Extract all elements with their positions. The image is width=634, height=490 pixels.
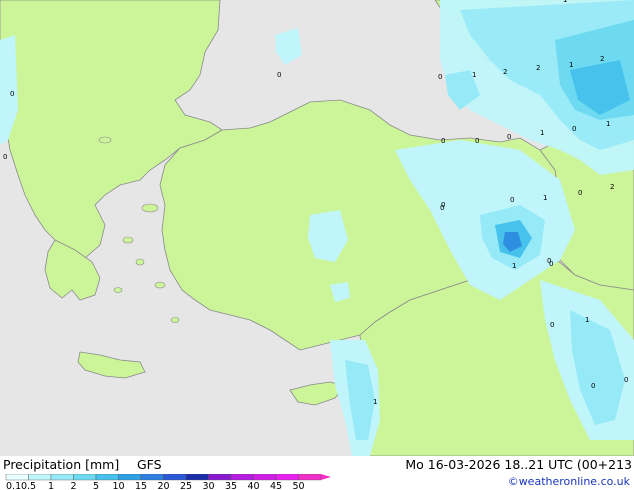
grid-value: 0 bbox=[572, 125, 576, 133]
grid-value: 0 bbox=[438, 73, 442, 81]
grid-value: 0 bbox=[10, 90, 14, 98]
scale-swatch bbox=[5, 474, 29, 481]
grid-value: 0 bbox=[440, 204, 444, 212]
scale-swatch bbox=[50, 474, 74, 481]
grid-value: 0 bbox=[277, 71, 281, 79]
scale-tick-label: 10 bbox=[112, 481, 124, 490]
legend-bar: Precipitation [mm] GFS Mo 16-03-2026 18.… bbox=[0, 456, 634, 490]
scale-tick-label: 0.1 bbox=[6, 481, 21, 490]
grid-value: 0 bbox=[475, 137, 479, 145]
grid-value: 2 bbox=[536, 64, 540, 72]
grid-value: 1 bbox=[543, 194, 547, 202]
scale-swatch bbox=[275, 474, 299, 481]
scale-tick-label: 45 bbox=[270, 481, 282, 490]
scale-tick-label: 1 bbox=[48, 481, 54, 490]
scale-swatch bbox=[185, 474, 209, 481]
grid-value: 2 bbox=[503, 68, 507, 76]
grid-value: 0 bbox=[441, 137, 445, 145]
grid-value: 0 bbox=[578, 189, 582, 197]
scale-swatch bbox=[73, 474, 97, 481]
grid-value: 2 bbox=[600, 55, 604, 63]
scale-swatch bbox=[28, 474, 52, 481]
scale-swatch bbox=[95, 474, 119, 481]
forecast-datetime: Mo 16-03-2026 18..21 UTC (00+213 bbox=[405, 457, 632, 472]
scale-tick-label: 0.5 bbox=[21, 481, 36, 490]
precipitation-map[interactable]: 0 1 2 2 1 2 0 1 0 1 0 0 0 2 0 0 1 0 1 1 … bbox=[0, 0, 634, 456]
model-name: GFS bbox=[137, 457, 162, 472]
grid-value: 0 bbox=[549, 260, 553, 268]
grid-value: 1 bbox=[373, 398, 377, 406]
grid-value: 0 bbox=[591, 382, 595, 390]
grid-value: 1 bbox=[512, 262, 516, 270]
grid-value: 1 bbox=[563, 0, 567, 4]
color-scale: 0.1 0.5 1 2 5 10 15 20 25 30 35 40 45 50 bbox=[5, 474, 331, 490]
scale-tick-label: 15 bbox=[135, 481, 147, 490]
scale-tick-label: 35 bbox=[225, 481, 237, 490]
map-svg: 0 1 2 2 1 2 0 1 0 1 0 0 0 2 0 0 1 0 1 1 … bbox=[0, 0, 634, 456]
grid-value: 0 bbox=[510, 196, 514, 204]
scale-tick-label: 30 bbox=[202, 481, 214, 490]
scale-swatch bbox=[253, 474, 277, 481]
grid-value: 2 bbox=[610, 183, 614, 191]
scale-tick-label: 2 bbox=[70, 481, 76, 490]
credit-link[interactable]: ©weatheronline.co.uk bbox=[508, 475, 630, 488]
scale-swatch bbox=[118, 474, 142, 481]
scale-arrow bbox=[321, 474, 331, 480]
grid-value: 1 bbox=[569, 61, 573, 69]
scale-swatch bbox=[163, 474, 187, 481]
scale-tick-label: 20 bbox=[157, 481, 169, 490]
scale-swatch bbox=[298, 474, 322, 481]
scale-tick-label: 40 bbox=[247, 481, 259, 490]
scale-tick-label: 25 bbox=[180, 481, 192, 490]
grid-value: 0 bbox=[550, 321, 554, 329]
grid-value: 0 bbox=[507, 133, 511, 141]
scale-swatch bbox=[208, 474, 232, 481]
grid-value: 1 bbox=[585, 316, 589, 324]
grid-value: 1 bbox=[606, 120, 610, 128]
scale-swatch bbox=[230, 474, 254, 481]
grid-value: 0 bbox=[624, 376, 628, 384]
grid-value: 0 bbox=[3, 153, 7, 161]
scale-tick-label: 50 bbox=[292, 481, 304, 490]
scale-tick-label: 5 bbox=[93, 481, 99, 490]
grid-value: 1 bbox=[540, 129, 544, 137]
scale-swatch bbox=[140, 474, 164, 481]
legend-title: Precipitation [mm] bbox=[3, 457, 120, 472]
grid-value: 1 bbox=[472, 71, 476, 79]
